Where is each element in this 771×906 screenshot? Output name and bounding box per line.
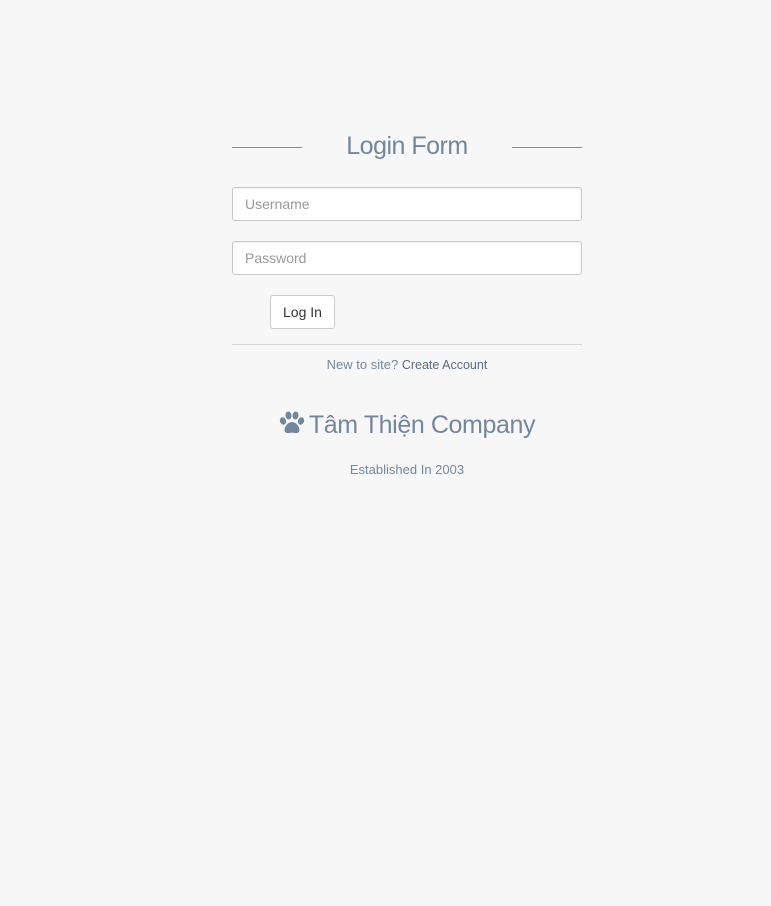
paw-icon [279,411,305,434]
form-header: Login Form [232,128,582,168]
company-brand: Tâm Thiện Company [232,410,582,440]
password-input[interactable] [232,241,582,275]
login-form: Login Form Log In New to site? Create Ac… [232,128,582,477]
create-account-link[interactable]: Create Account [402,358,487,372]
established-text: Established In 2003 [349,462,465,477]
signup-prompt-text: New to site? [326,357,399,372]
separator [232,344,582,345]
login-button[interactable]: Log In [270,295,335,329]
company-name: Tâm Thiện Company [308,411,536,439]
title-divider-right [512,147,582,148]
signup-prompt: New to site? Create Account [232,357,582,372]
username-input[interactable] [232,187,582,221]
actions-row: Log In [232,295,582,329]
